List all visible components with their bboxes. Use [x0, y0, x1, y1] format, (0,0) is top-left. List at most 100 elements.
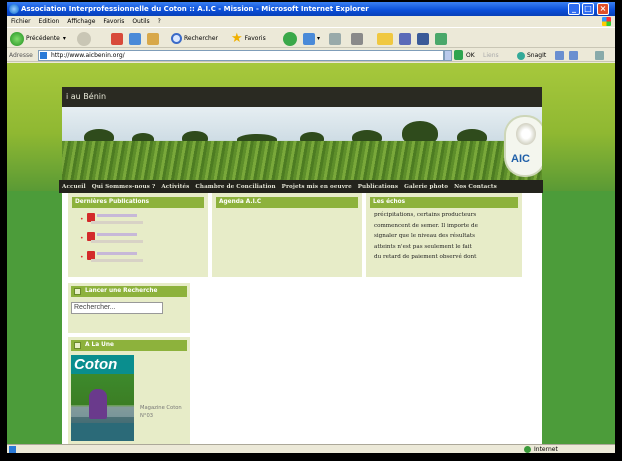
maximize-button[interactable]: □	[582, 3, 594, 15]
a-la-une-icon	[74, 342, 81, 349]
snagit-icon	[517, 52, 525, 60]
address-label: Adresse	[9, 52, 33, 59]
menu-help[interactable]: ?	[158, 18, 161, 25]
nav-projets[interactable]: Projets mis en oeuvre	[279, 184, 355, 190]
header-banner: AIC	[62, 107, 542, 180]
home-button[interactable]	[147, 31, 161, 46]
publication-meta	[91, 221, 143, 224]
history-button[interactable]	[283, 31, 299, 46]
ie-icon	[9, 4, 19, 14]
search-label: Rechercher	[184, 35, 218, 42]
search-heading-label: Lancer une Recherche	[85, 288, 158, 294]
edit-icon	[351, 32, 363, 45]
publications-box: Dernières Publications • • •	[68, 193, 208, 277]
forward-arrow-icon	[77, 31, 91, 46]
publication-link[interactable]	[97, 252, 137, 255]
search-heading: Lancer une Recherche	[71, 286, 187, 297]
favorites-button[interactable]: ★ Favoris	[231, 31, 266, 46]
windows-logo-icon	[602, 17, 611, 26]
publication-item[interactable]: •	[80, 251, 200, 267]
mail-icon	[303, 32, 315, 45]
discuss-icon	[435, 32, 447, 45]
magazine-cover-footer	[71, 423, 134, 441]
screen-frame: Association Interprofessionnelle du Coto…	[0, 0, 622, 461]
aic-logo[interactable]: AIC	[504, 115, 542, 177]
forward-button[interactable]	[77, 31, 93, 46]
nav-accueil[interactable]: Accueil	[59, 184, 89, 190]
print-button[interactable]	[329, 31, 343, 46]
menu-favoris[interactable]: Favoris	[103, 18, 124, 25]
magazine-cover-image[interactable]: Coton	[71, 355, 134, 441]
publication-item[interactable]: •	[80, 232, 200, 248]
news-box: Les échos précipitations, certains produ…	[366, 193, 522, 277]
edit-button[interactable]	[351, 31, 365, 46]
bullet-icon: •	[80, 235, 84, 242]
agenda-heading: Agenda A.I.C	[216, 197, 358, 208]
menu-fichier[interactable]: Fichier	[11, 18, 31, 25]
search-icon	[171, 33, 182, 44]
stop-icon	[111, 32, 123, 45]
menu-affichage[interactable]: Affichage	[67, 18, 95, 25]
news-heading: Les échos	[370, 197, 518, 208]
page-status-icon	[9, 446, 16, 453]
cotton-boll-icon	[516, 123, 536, 145]
publication-link[interactable]	[97, 233, 137, 236]
capture-icon[interactable]	[555, 51, 564, 60]
news-line: précipitations, certains producteurs	[374, 212, 477, 218]
a-la-une-heading: A La Une	[71, 340, 187, 351]
back-button[interactable]: Précédente ▾	[10, 31, 66, 46]
menu-bar: Fichier Edition Affichage Favoris Outils…	[7, 16, 615, 27]
discuss-button[interactable]	[435, 31, 449, 46]
stop-button[interactable]	[111, 31, 125, 46]
nav-publications[interactable]: Publications	[355, 184, 401, 190]
go-button[interactable]: OK	[466, 49, 475, 62]
page-icon	[40, 52, 47, 59]
window-title: Association Interprofessionnelle du Coto…	[21, 5, 369, 13]
search-heading-icon	[74, 288, 81, 295]
folder-button[interactable]	[377, 31, 395, 46]
refresh-button[interactable]	[129, 31, 143, 46]
browser-window: Association Interprofessionnelle du Coto…	[7, 2, 615, 453]
minimize-button[interactable]: _	[568, 3, 580, 15]
nav-activites[interactable]: Activités	[158, 184, 192, 190]
publication-link[interactable]	[97, 214, 137, 217]
messenger-button[interactable]	[399, 31, 413, 46]
messenger-icon	[399, 32, 411, 45]
address-input[interactable]: http://www.aicbenin.org/	[38, 50, 444, 61]
security-zone-label: Internet	[534, 446, 558, 453]
mail-button[interactable]: ▾	[303, 31, 320, 46]
address-dropdown-button[interactable]	[444, 50, 452, 61]
bullet-icon: •	[80, 216, 84, 223]
extra-tools-icon[interactable]	[595, 51, 604, 60]
nav-contacts[interactable]: Nos Contacts	[451, 184, 500, 190]
news-line: atteints n'est pas seulement le fait	[374, 243, 472, 250]
page-viewport[interactable]: i au Bénin AIC Accueil Qui Sommes-nous ?…	[7, 63, 615, 444]
aic-logo-text: AIC	[511, 153, 530, 165]
title-bar[interactable]: Association Interprofessionnelle du Coto…	[7, 2, 615, 16]
folder-icon	[377, 32, 393, 45]
news-line: du retard de paiement observé dont	[374, 254, 477, 261]
site-title-bar: i au Bénin	[62, 87, 542, 107]
publication-item[interactable]: •	[80, 213, 200, 229]
nav-chambre-conciliation[interactable]: Chambre de Conciliation	[192, 184, 278, 190]
magazine-caption[interactable]: Magazine Coton N°03	[140, 404, 185, 420]
nav-qui-sommes-nous[interactable]: Qui Sommes-nous ?	[89, 184, 159, 190]
window-capture-icon[interactable]	[569, 51, 578, 60]
favorites-label: Favoris	[244, 35, 266, 42]
links-label[interactable]: Liens	[483, 49, 499, 62]
search-button[interactable]: Rechercher	[171, 31, 218, 46]
research-button[interactable]	[417, 31, 431, 46]
publication-meta	[91, 240, 143, 243]
menu-edition[interactable]: Edition	[39, 18, 60, 25]
publication-meta	[91, 259, 143, 262]
search-input[interactable]: Rechercher...	[71, 302, 163, 314]
news-line: signaler que le niveau des résultats	[374, 233, 475, 240]
menu-outils[interactable]: Outils	[132, 18, 149, 25]
a-la-une-box: A La Une Coton Magazine Coton N°03	[68, 337, 190, 444]
close-button[interactable]: ×	[597, 3, 609, 15]
main-nav: Accueil Qui Sommes-nous ? Activités Cham…	[59, 180, 543, 193]
snagit-button[interactable]: SnagIt	[527, 49, 546, 62]
nav-galerie-photo[interactable]: Galerie photo	[401, 184, 451, 190]
go-arrow-icon[interactable]	[454, 50, 463, 60]
history-icon	[283, 31, 297, 46]
